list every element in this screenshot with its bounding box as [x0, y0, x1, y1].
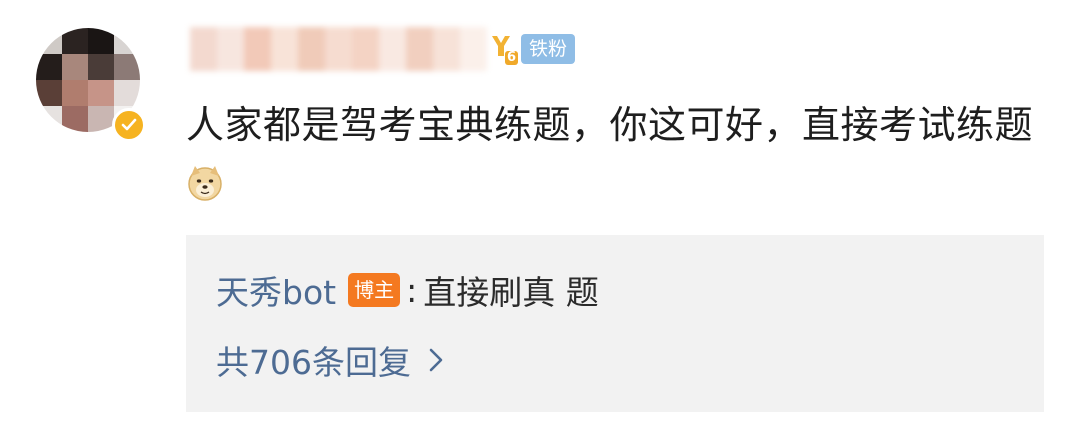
doge-emoji-icon: [188, 166, 222, 201]
comment-item: 6 铁粉 人家都是驾考宝典练题，你这可好，直接考试练题 天秀bot 博主 : 直…: [0, 0, 1080, 433]
username-blurred[interactable]: [190, 27, 487, 71]
username-row: 6 铁粉: [190, 24, 576, 74]
reply-colon: :: [406, 270, 418, 310]
view-replies-link[interactable]: 共706条回复: [216, 335, 445, 385]
level-badge: 6: [489, 32, 519, 66]
reply-count-label: 共706条回复: [216, 343, 411, 382]
fan-badge: 铁粉: [521, 34, 576, 64]
level-number: 6: [504, 50, 518, 65]
blog-owner-badge: 博主: [348, 273, 401, 307]
reply-preview-box[interactable]: 天秀bot 博主 : 直接刷真 题 共706条回复: [186, 235, 1044, 412]
verified-check-icon: [112, 108, 146, 142]
chevron-right-icon: [429, 348, 443, 372]
comment-text: 人家都是驾考宝典练题，你这可好，直接考试练题: [186, 95, 1056, 215]
reply-text: 直接刷真 题: [423, 273, 599, 312]
reply-line: 天秀bot 博主 : 直接刷真 题: [216, 265, 599, 315]
reply-author[interactable]: 天秀bot: [216, 266, 336, 314]
comment-text-content: 人家都是驾考宝典练题，你这可好，直接考试练题: [186, 103, 1034, 147]
